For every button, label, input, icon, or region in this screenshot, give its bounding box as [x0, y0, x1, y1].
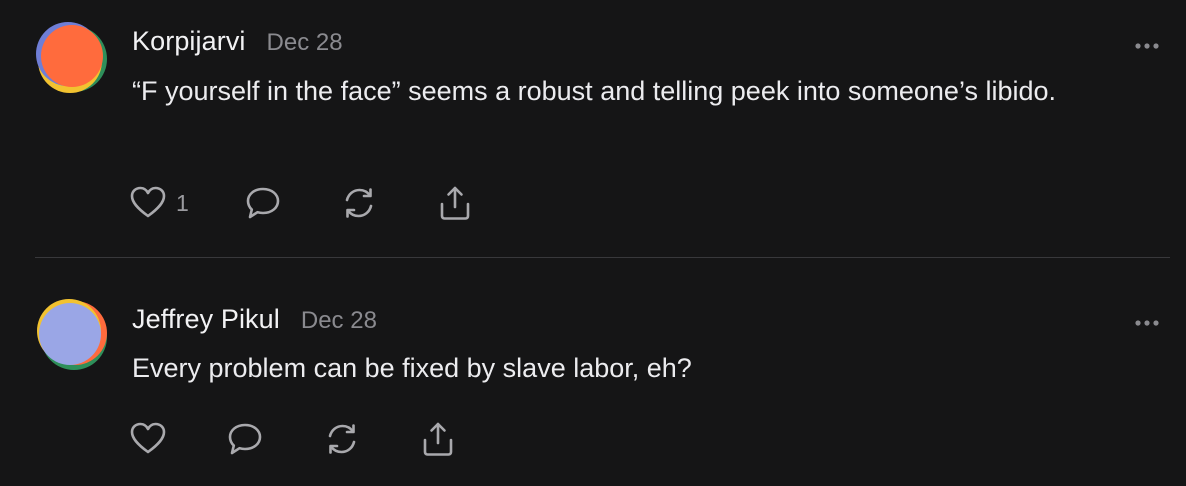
avatar[interactable]: [35, 20, 109, 94]
share-icon: [437, 185, 473, 221]
comment: Korpijarvi Dec 28 “F yourself in the fac…: [0, 0, 1186, 258]
refresh-icon: [324, 422, 360, 456]
share-button[interactable]: [437, 185, 473, 221]
ellipsis-icon[interactable]: [1134, 37, 1160, 49]
share-button[interactable]: [420, 421, 456, 457]
refresh-icon: [341, 186, 377, 220]
speech-bubble-icon: [227, 422, 263, 456]
comment: Jeffrey Pikul Dec 28 Every problem can b…: [0, 259, 1186, 486]
restack-button[interactable]: [324, 421, 360, 457]
comment-header: Korpijarvi Dec 28: [132, 26, 343, 57]
reply-button[interactable]: [245, 185, 281, 221]
comment-body: Every problem can be fixed by slave labo…: [132, 353, 692, 383]
speech-bubble-icon: [245, 186, 281, 220]
restack-button[interactable]: [341, 185, 377, 221]
comment-thread: Korpijarvi Dec 28 “F yourself in the fac…: [0, 0, 1186, 486]
comment-date[interactable]: Dec 28: [267, 29, 343, 57]
comment-body: “F yourself in the face” seems a robust …: [132, 76, 1056, 106]
heart-icon: [130, 422, 166, 456]
avatar[interactable]: [35, 298, 109, 372]
share-icon: [420, 421, 456, 457]
reply-button[interactable]: [227, 421, 263, 457]
divider: [35, 257, 1170, 258]
heart-icon: [130, 186, 166, 220]
ellipsis-icon[interactable]: [1134, 314, 1160, 326]
author-name[interactable]: Jeffrey Pikul: [132, 304, 280, 335]
author-name[interactable]: Korpijarvi: [132, 26, 246, 57]
comment-header: Jeffrey Pikul Dec 28: [132, 304, 377, 335]
like-button[interactable]: 1: [130, 185, 189, 221]
like-count: 1: [176, 189, 189, 216]
like-button[interactable]: [130, 421, 176, 457]
comment-date[interactable]: Dec 28: [301, 307, 377, 335]
